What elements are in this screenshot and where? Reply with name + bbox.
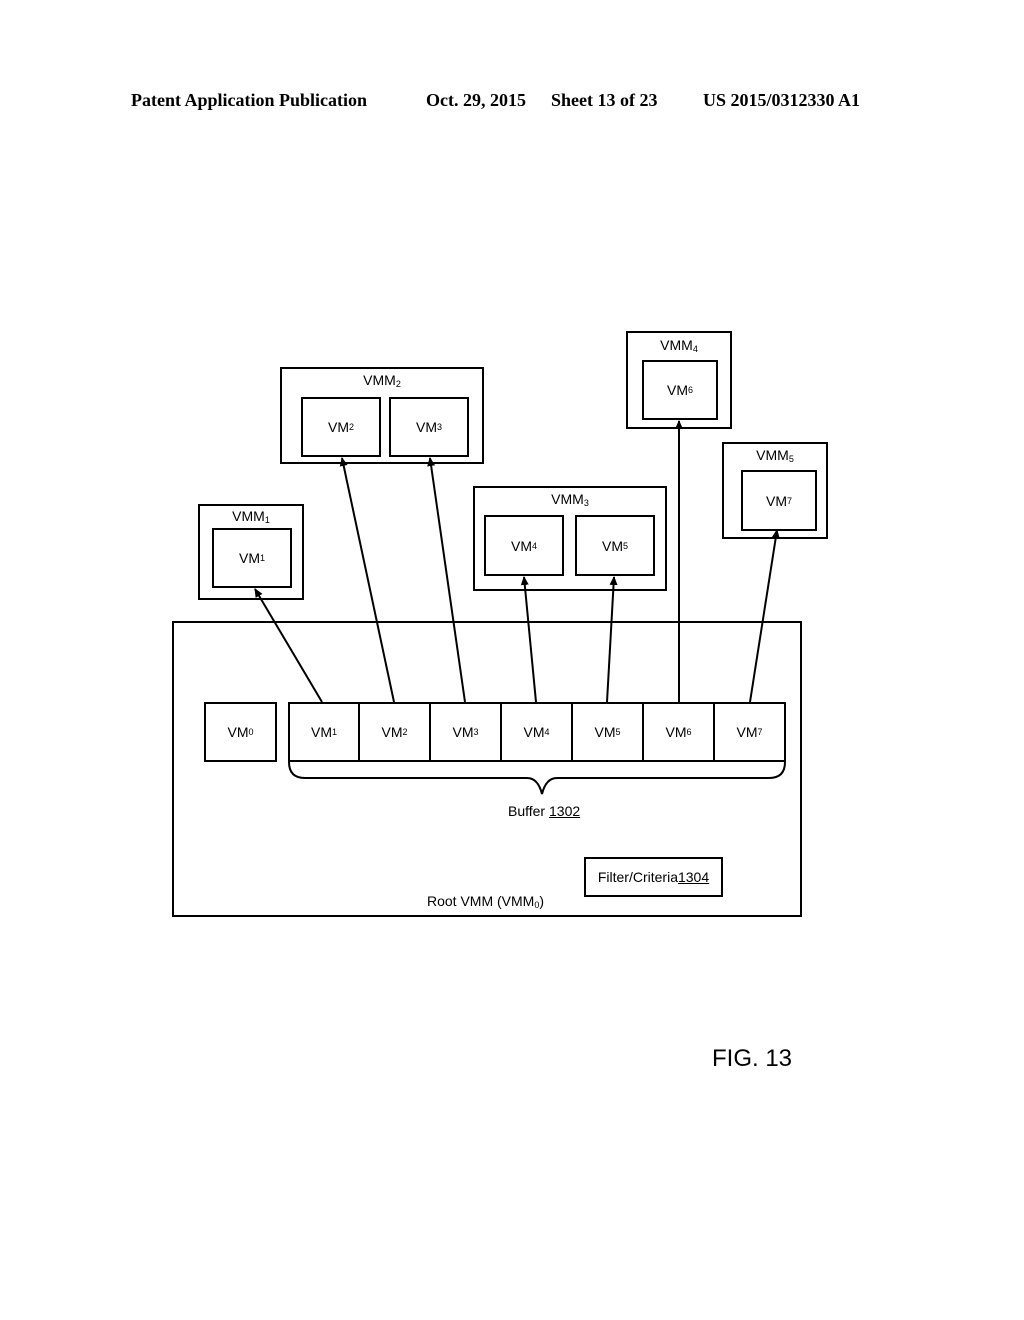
figure-label: FIG. 13 — [712, 1045, 793, 1072]
arrow-vm7 — [749, 529, 780, 703]
arrow-vm5 — [606, 576, 618, 703]
arrow-vm4 — [520, 576, 537, 703]
arrow-vm3 — [427, 457, 466, 703]
arrow-vm1 — [254, 588, 323, 703]
connector-layer — [254, 420, 786, 795]
buffer-brace — [288, 761, 786, 795]
arrow-vm2 — [339, 457, 395, 703]
